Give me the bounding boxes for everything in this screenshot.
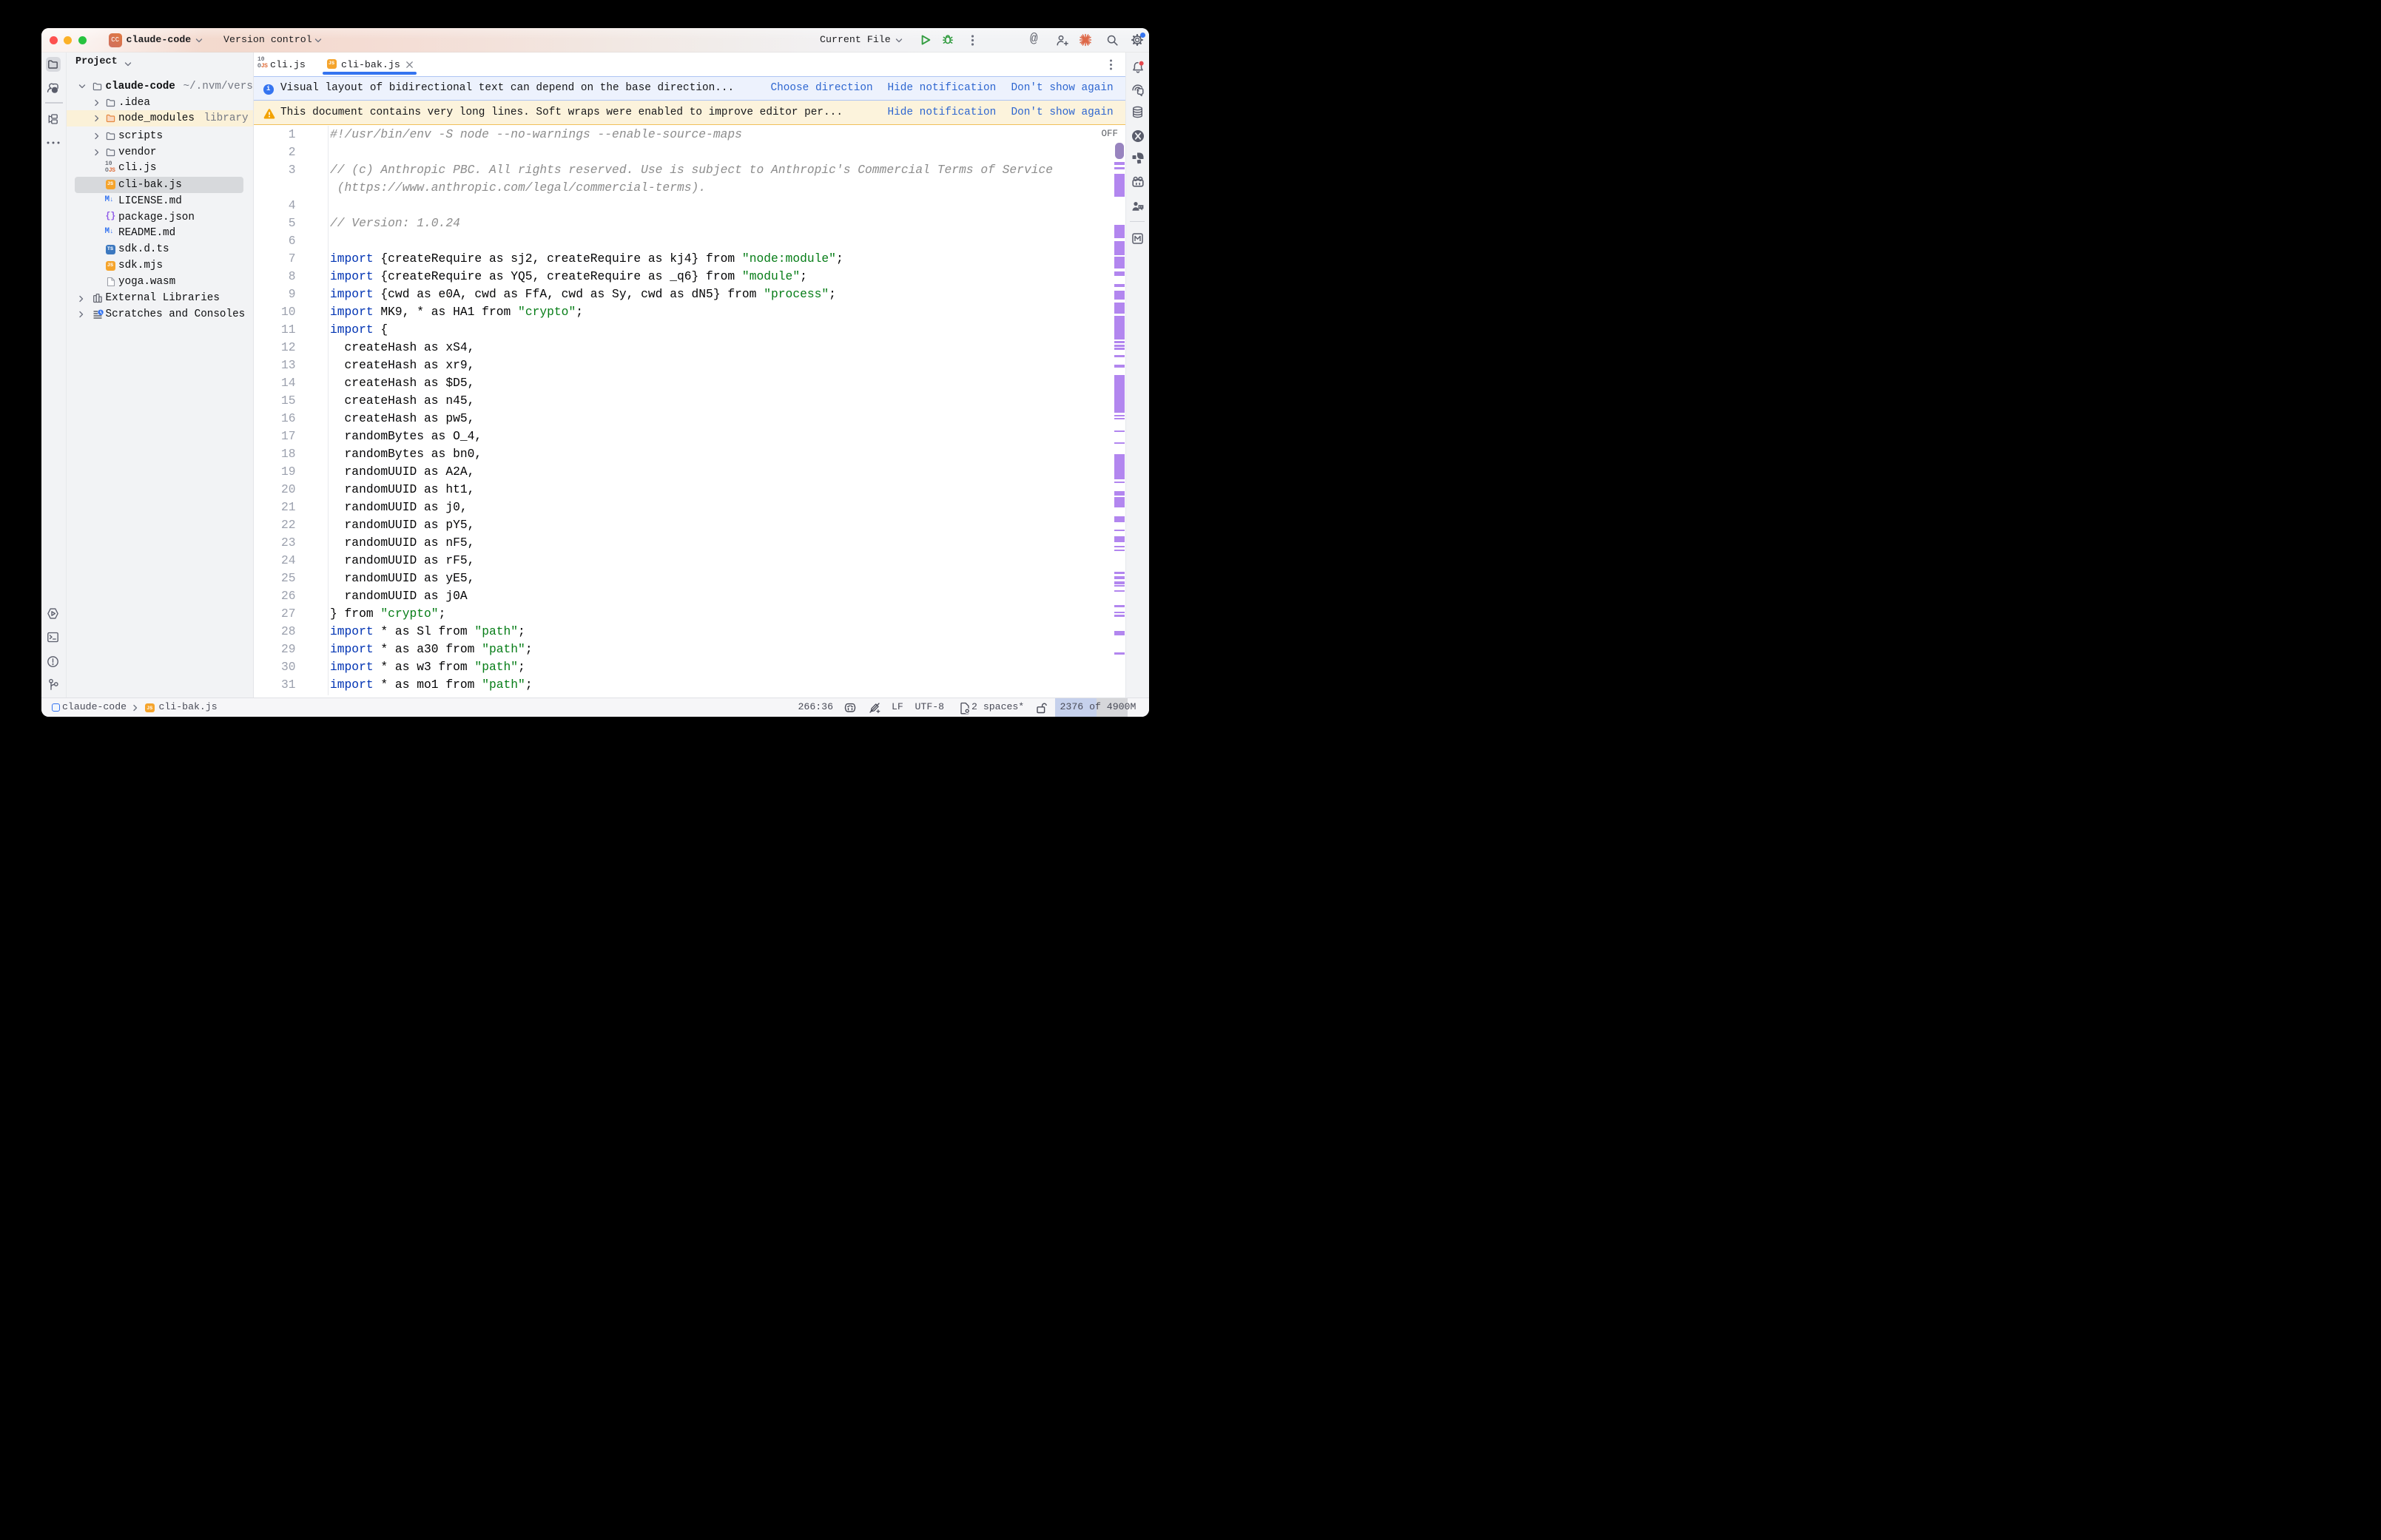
svg-text:?: ? [53,88,56,93]
